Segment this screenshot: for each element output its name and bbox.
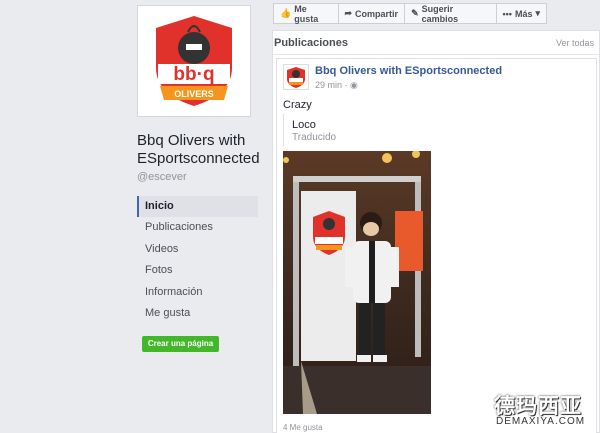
pencil-icon: ✎ xyxy=(411,8,419,18)
sidebar-item-me-gusta[interactable]: Me gusta xyxy=(137,303,258,324)
post-avatar[interactable] xyxy=(283,64,309,90)
sidebar-item-label: Me gusta xyxy=(145,306,191,319)
share-button[interactable]: ➦ Compartir xyxy=(337,3,406,24)
watermark-latin: DEMAXIYA.COM xyxy=(496,416,586,427)
translated-label[interactable]: Traducido xyxy=(292,132,336,143)
translation-box: Loco Traducido xyxy=(283,114,584,146)
post-time-text: 29 min · xyxy=(315,80,351,90)
share-label: Compartir xyxy=(355,8,399,19)
globe-icon: ◉ xyxy=(350,80,358,90)
sidebar-item-label: Información xyxy=(145,285,203,298)
share-arrow-icon: ➦ xyxy=(344,8,353,18)
see-all-link[interactable]: Ver todas xyxy=(556,38,594,48)
sidebar-item-inicio[interactable]: Inicio xyxy=(137,196,258,217)
suggest-edits-button[interactable]: ✎ Sugerir cambios xyxy=(404,3,497,24)
sidebar-item-label: Publicaciones xyxy=(145,221,213,234)
caret-down-icon: ▾ xyxy=(535,8,540,18)
bbq-olivers-logo: bb·q OLIVERS xyxy=(156,16,232,106)
like-button[interactable]: 👍 Me gusta xyxy=(273,3,339,24)
page-action-bar: 👍 Me gusta ➦ Compartir ✎ Sugerir cambios… xyxy=(273,3,547,24)
photo-image xyxy=(283,150,431,414)
more-button[interactable]: ••• Más ▾ xyxy=(495,3,547,24)
divider xyxy=(273,54,599,55)
logo-visor xyxy=(186,44,202,50)
post-timestamp[interactable]: 29 min · ◉ xyxy=(315,80,358,91)
watermark: 德玛西亚 DEMAXIYA.COM xyxy=(494,390,596,430)
create-page-button[interactable]: Crear una página xyxy=(142,336,219,352)
sidebar-item-informacion[interactable]: Información xyxy=(137,282,258,303)
avatar-logo-icon xyxy=(287,67,305,88)
suggest-label: Sugerir cambios xyxy=(421,3,459,24)
post-photo[interactable] xyxy=(283,150,431,414)
translation-text: Loco xyxy=(292,119,316,131)
sidebar-item-label: Inicio xyxy=(145,200,174,212)
posts-header: Publicaciones xyxy=(274,37,348,49)
like-label: Me gusta xyxy=(294,3,319,24)
more-label: Más xyxy=(514,8,533,19)
like-count[interactable]: 4 Me gusta xyxy=(283,423,323,432)
page-handle[interactable]: @escever xyxy=(137,171,187,183)
logo-text: bb·q xyxy=(173,64,214,85)
thumbs-up-icon: 👍 xyxy=(280,8,292,18)
post-author[interactable]: Bbq Olivers with ESportsconnected xyxy=(315,65,502,77)
page-title[interactable]: Bbq Olivers with ESportsconnected xyxy=(137,132,265,168)
post-text: Crazy xyxy=(283,99,312,111)
left-column: bb·q OLIVERS Bbq Olivers with ESportscon… xyxy=(0,0,266,433)
sidebar-item-videos[interactable]: Videos xyxy=(137,239,258,260)
sidebar-item-publicaciones[interactable]: Publicaciones xyxy=(137,217,258,238)
sidebar-nav: Inicio Publicaciones Videos Fotos Inform… xyxy=(137,196,258,324)
sidebar-item-label: Fotos xyxy=(145,264,173,277)
more-dots-icon: ••• xyxy=(502,8,512,19)
profile-picture[interactable]: bb·q OLIVERS xyxy=(137,5,251,117)
sidebar-item-label: Videos xyxy=(145,242,179,255)
sidebar-item-fotos[interactable]: Fotos xyxy=(137,260,258,281)
logo-banner-text: OLIVERS xyxy=(174,89,214,99)
